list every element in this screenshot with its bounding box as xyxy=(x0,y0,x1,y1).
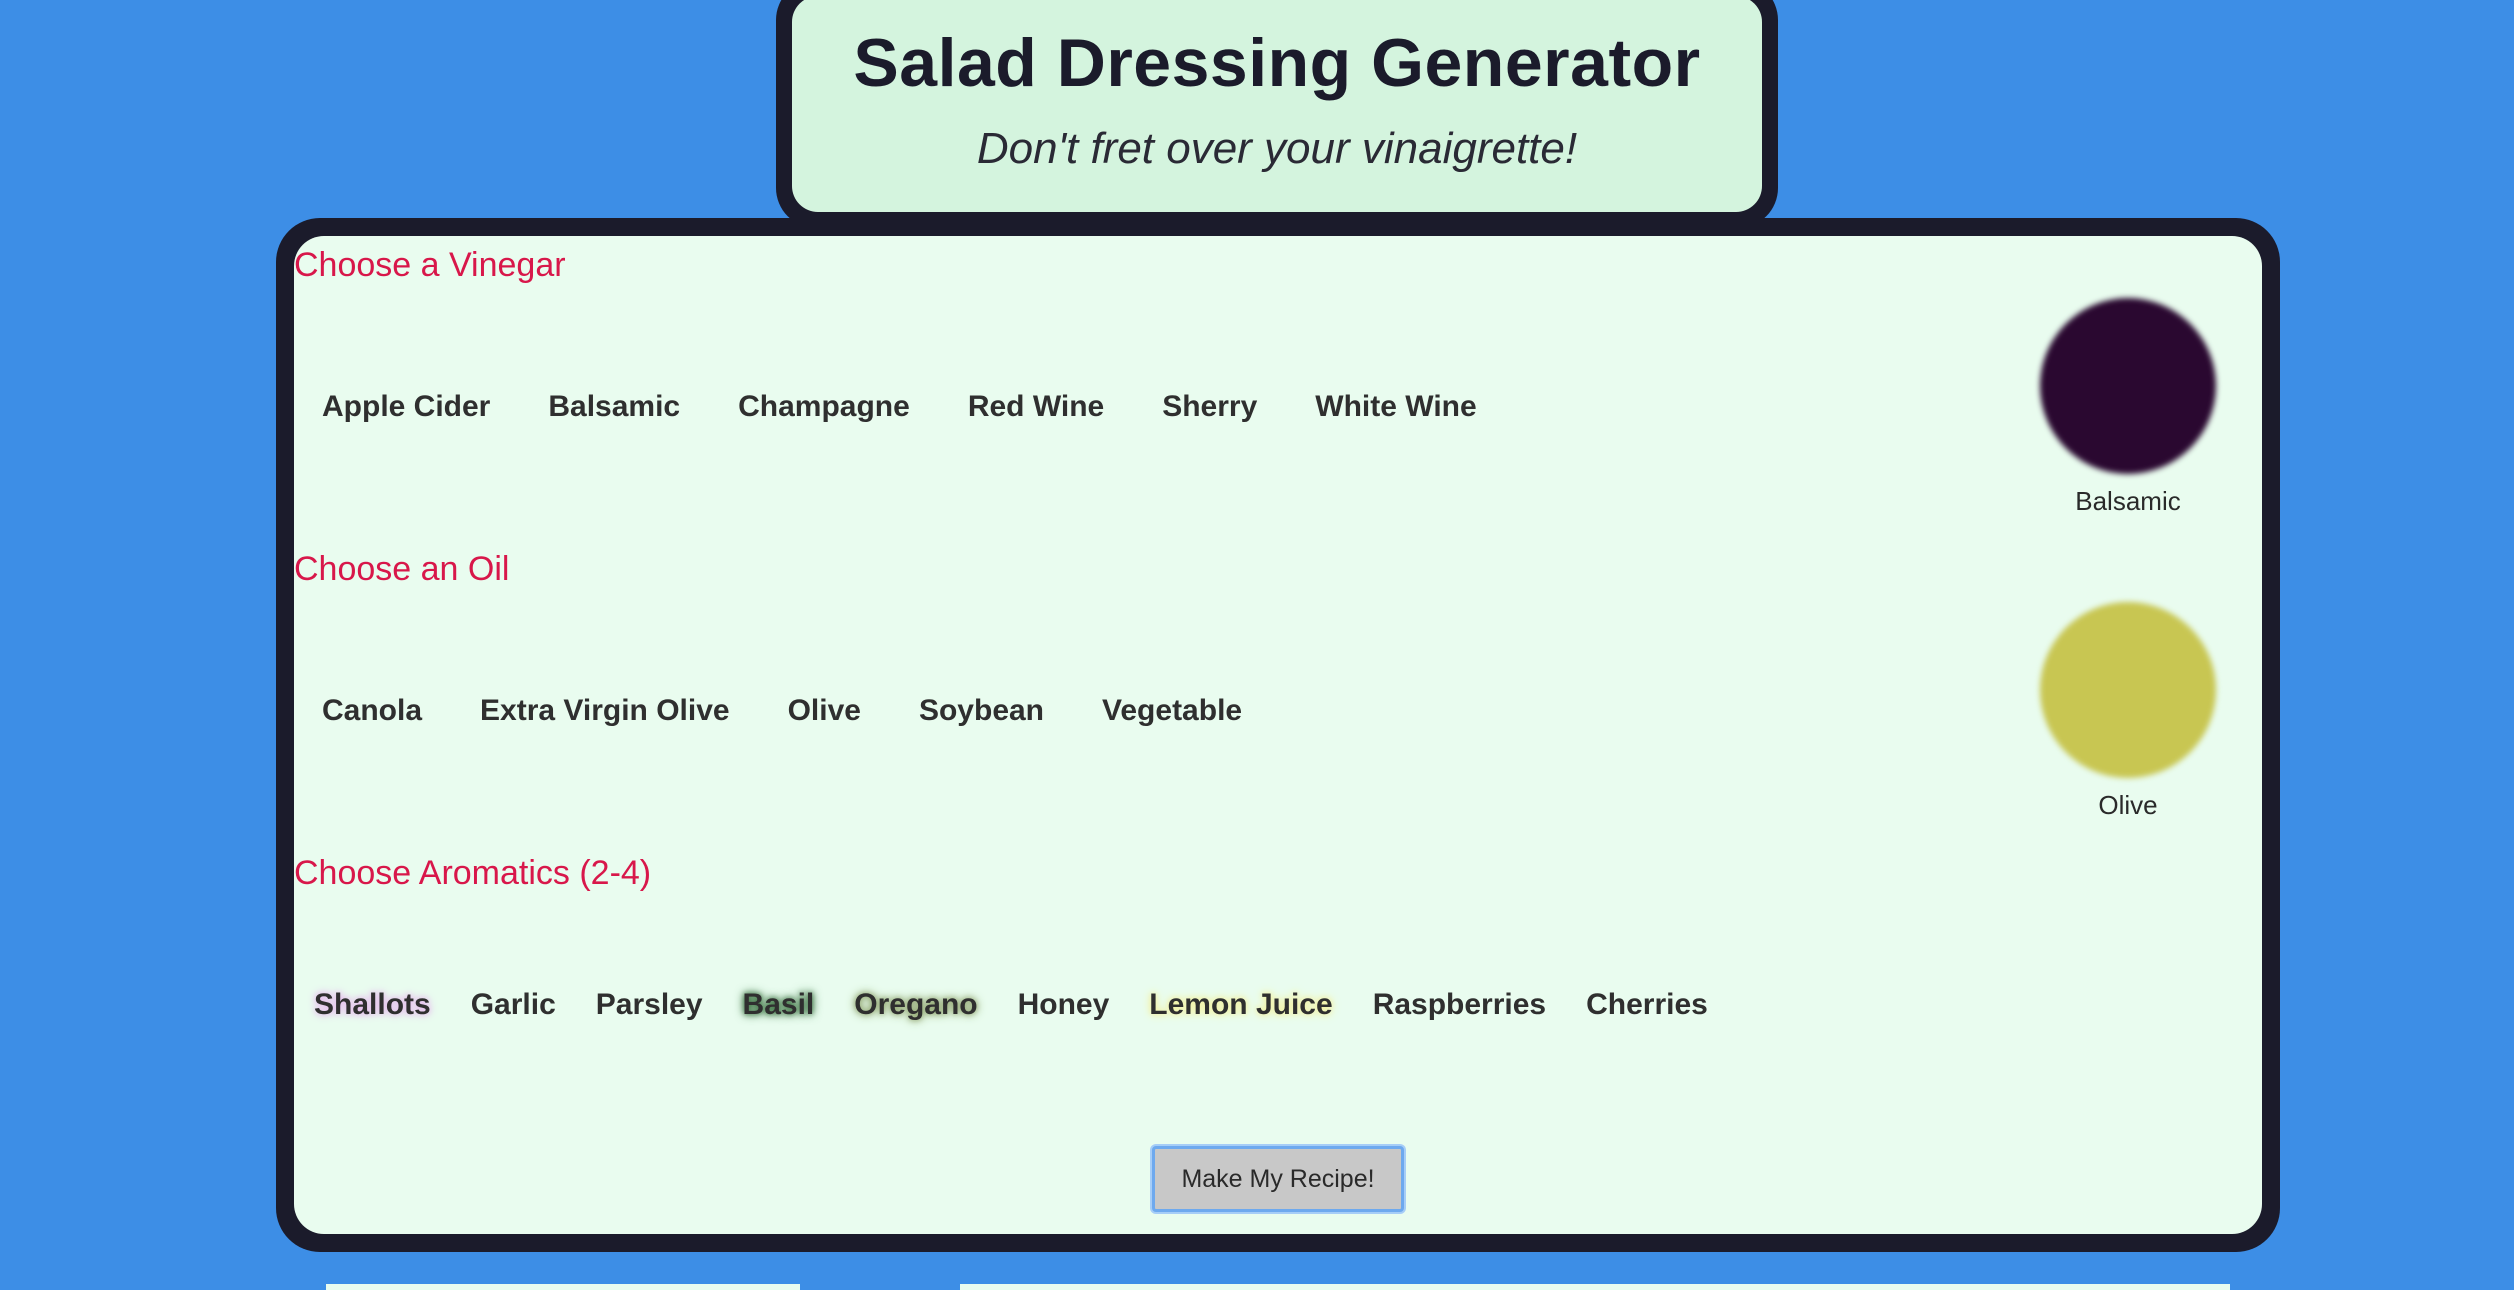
aromatic-option-parsley[interactable]: Parsley xyxy=(594,984,705,1026)
aromatic-option-basil[interactable]: Basil xyxy=(741,984,817,1026)
oil-heading: Choose an Oil xyxy=(294,550,510,588)
vinegar-option-apple-cider[interactable]: Apple Cider xyxy=(320,386,492,428)
page: Salad Dressing Generator Don't fret over… xyxy=(0,0,2514,1290)
main-panel: Choose a Vinegar Apple Cider Balsamic Ch… xyxy=(294,236,2262,1234)
oil-option-vegetable[interactable]: Vegetable xyxy=(1100,690,1244,732)
aromatic-option-honey[interactable]: Honey xyxy=(1016,984,1112,1026)
aromatics-options: Shallots Garlic Parsley Basil Oregano Ho… xyxy=(294,984,1728,1026)
oil-options: Canola Extra Virgin Olive Olive Soybean … xyxy=(294,690,1272,732)
vinegar-option-balsamic[interactable]: Balsamic xyxy=(546,386,682,428)
oil-option-extra-virgin-olive[interactable]: Extra Virgin Olive xyxy=(478,690,732,732)
oil-option-soybean[interactable]: Soybean xyxy=(917,690,1046,732)
aromatic-option-garlic[interactable]: Garlic xyxy=(469,984,558,1026)
oil-option-canola[interactable]: Canola xyxy=(320,690,424,732)
aromatic-option-raspberries[interactable]: Raspberries xyxy=(1371,984,1548,1026)
vinegar-heading: Choose a Vinegar xyxy=(294,246,566,284)
oil-color-swatch xyxy=(2040,602,2216,778)
vinegar-selected-label: Balsamic xyxy=(2075,486,2181,516)
vinegar-option-sherry[interactable]: Sherry xyxy=(1160,386,1259,428)
vinegar-option-red-wine[interactable]: Red Wine xyxy=(966,386,1106,428)
bottom-panel-left-edge xyxy=(326,1284,800,1290)
aromatic-option-cherries[interactable]: Cherries xyxy=(1584,984,1710,1026)
aromatic-option-oregano[interactable]: Oregano xyxy=(852,984,979,1026)
oil-option-olive[interactable]: Olive xyxy=(786,690,863,732)
aromatic-option-lemon-juice[interactable]: Lemon Juice xyxy=(1147,984,1334,1026)
vinegar-options: Apple Cider Balsamic Champagne Red Wine … xyxy=(294,386,1507,428)
header-inner: Salad Dressing Generator Don't fret over… xyxy=(792,0,1762,212)
aromatics-heading: Choose Aromatics (2-4) xyxy=(294,854,652,892)
make-recipe-button[interactable]: Make My Recipe! xyxy=(1152,1146,1404,1212)
bottom-panel-right-edge xyxy=(960,1284,2230,1290)
page-title: Salad Dressing Generator xyxy=(853,25,1701,101)
vinegar-color-swatch xyxy=(2040,298,2216,474)
oil-preview: Olive xyxy=(2040,602,2216,821)
vinegar-option-white-wine[interactable]: White Wine xyxy=(1313,386,1478,428)
aromatic-option-shallots[interactable]: Shallots xyxy=(312,984,433,1026)
vinegar-preview: Balsamic xyxy=(2040,298,2216,517)
header-card: Salad Dressing Generator Don't fret over… xyxy=(776,0,1778,228)
vinegar-option-champagne[interactable]: Champagne xyxy=(736,386,912,428)
page-subtitle: Don't fret over your vinaigrette! xyxy=(976,124,1578,173)
oil-selected-label: Olive xyxy=(2098,790,2158,820)
main-card: Choose a Vinegar Apple Cider Balsamic Ch… xyxy=(276,218,2280,1252)
